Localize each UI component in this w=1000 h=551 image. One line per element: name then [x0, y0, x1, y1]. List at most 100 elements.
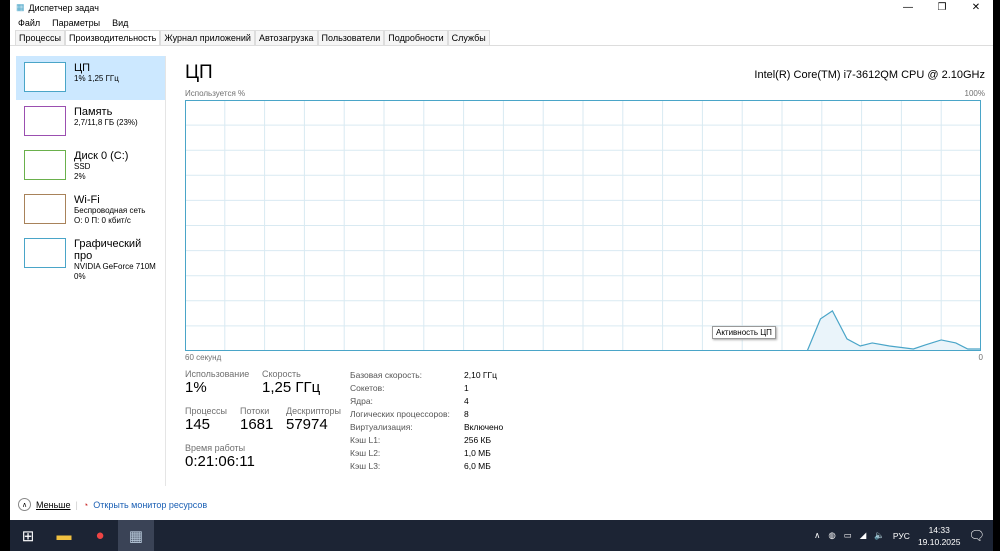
sidebar-item-detail: SSD — [74, 162, 91, 171]
tab-app-history[interactable]: Журнал приложений — [160, 30, 255, 45]
spec-row: Кэш L1: 256 КБ — [350, 434, 503, 447]
wifi-icon[interactable]: ◢ — [860, 530, 867, 541]
chevron-up-icon[interactable]: ∧ — [814, 530, 820, 541]
speed-label: Скорость — [262, 369, 301, 379]
mini-graph — [24, 238, 66, 268]
system-tray: ∧ ◍ ▭ ◢ 🔈 РУС 14:33 19.10.2025 🗨 — [814, 524, 993, 548]
page-title: ЦП — [185, 62, 213, 83]
tab-services[interactable]: Службы — [447, 30, 490, 45]
sidebar-item-detail: 2% — [74, 172, 86, 181]
sidebar-item[interactable]: Графический про NVIDIA GeForce 710M 0% — [16, 232, 165, 281]
spec-value: 6,0 МБ — [464, 461, 491, 471]
clock[interactable]: 14:33 19.10.2025 — [918, 524, 961, 548]
uptime-label: Время работы — [185, 443, 246, 453]
menu-bar: Файл Параметры Вид — [10, 15, 993, 30]
cpu-model: Intel(R) Core(TM) i7-3612QM CPU @ 2.10GH… — [754, 69, 985, 81]
cpu-usage-graph — [185, 100, 981, 351]
sidebar-item-title: Графический про — [74, 238, 142, 262]
sidebar-item[interactable]: ЦП 1% 1,25 ГГц — [16, 56, 165, 100]
menu-file[interactable]: Файл — [18, 18, 40, 28]
sidebar-item-title: ЦП — [74, 62, 91, 74]
uptime-value: 0:21:06:11 — [185, 453, 255, 470]
resource-monitor-icon: ◔ — [82, 499, 89, 510]
spec-key: Ядра: — [350, 396, 373, 406]
spec-key: Сокетов: — [350, 383, 385, 393]
sidebar-item-detail: NVIDIA GeForce 710M — [74, 262, 156, 271]
network-icon[interactable]: ◍ — [828, 530, 835, 541]
tab-users[interactable]: Пользователи — [317, 30, 385, 45]
minimize-button[interactable]: — — [891, 2, 925, 13]
spec-key: Базовая скорость: — [350, 370, 423, 380]
spec-row: Ядра: 4 — [350, 395, 503, 408]
spec-value: 1 — [464, 383, 469, 393]
task-manager-window: ▦ Диспетчер задач — ❐ ✕ Файл Параметры Вид… — [10, 0, 993, 520]
x-right-label: 0 — [978, 353, 983, 362]
mini-graph — [24, 62, 66, 92]
tab-processes[interactable]: Процессы — [15, 30, 66, 45]
window-title: Диспетчер задач — [28, 2, 99, 13]
mini-graph — [24, 194, 66, 224]
file-explorer-icon[interactable]: ▬ — [46, 520, 82, 551]
task-manager-icon[interactable]: ▦ — [118, 520, 154, 551]
spec-key: Кэш L3: — [350, 461, 381, 471]
spec-value: 256 КБ — [464, 435, 492, 445]
x-left-label: 60 секунд — [185, 353, 222, 362]
notifications-icon[interactable]: 🗨 — [968, 528, 985, 544]
processes-label: Процессы — [185, 406, 228, 416]
spec-value: 2,10 ГГц — [464, 370, 497, 380]
sidebar-item[interactable]: Диск 0 (C:) SSD 2% — [16, 144, 165, 188]
tab-bar: Процессы Производительность Журнал прило… — [10, 30, 993, 46]
date: 19.10.2025 — [917, 536, 961, 547]
spec-row: Логических процессоров: 8 — [350, 408, 503, 421]
spec-row: Базовая скорость: 2,10 ГГц — [350, 369, 503, 382]
spec-key: Виртуализация: — [350, 422, 413, 432]
sidebar-item-detail: Беспроводная сеть — [74, 206, 146, 215]
y-axis-label: Используется % — [185, 89, 246, 98]
spec-value: Включено — [464, 422, 504, 432]
spec-key: Кэш L1: — [350, 435, 381, 445]
spec-key: Логических процессоров: — [350, 409, 450, 419]
spec-key: Кэш L2: — [350, 448, 381, 458]
time: 14:33 — [928, 524, 950, 535]
title-bar: ▦ Диспетчер задач — ❐ ✕ — [10, 0, 993, 15]
cpu-specs: Базовая скорость: 2,10 ГГц Сокетов: 1 Ядра: 4… — [350, 369, 503, 473]
processes-value: 145 — [185, 416, 211, 433]
language-indicator[interactable]: РУС — [893, 531, 910, 541]
chrome-icon[interactable]: ● — [82, 520, 118, 551]
menu-view[interactable]: Вид — [112, 18, 128, 28]
chevron-up-icon[interactable]: ∧ — [18, 498, 31, 511]
mini-graph — [24, 150, 66, 180]
spec-row: Кэш L2: 1,0 МБ — [350, 447, 503, 460]
sidebar-item-detail: 1% 1,25 ГГц — [74, 74, 119, 83]
sidebar-item-title: Wi-Fi — [74, 194, 100, 206]
sidebar-item-detail: 2,7/11,8 ГБ (23%) — [74, 118, 138, 127]
mini-graph — [24, 106, 66, 136]
sidebar-item-title: Память — [74, 106, 113, 118]
footer: ∧ Меньше | ◔ Открыть монитор ресурсов — [18, 498, 207, 511]
menu-options[interactable]: Параметры — [52, 18, 100, 28]
usage-value: 1% — [185, 379, 207, 396]
spec-row: Виртуализация: Включено — [350, 421, 503, 434]
app-icon: ▦ — [16, 2, 25, 12]
tab-performance[interactable]: Производительность — [65, 30, 161, 45]
resource-sidebar: ЦП 1% 1,25 ГГц Память 2,7/11,8 ГБ (23%) Диск… — [16, 56, 166, 486]
speed-value: 1,25 ГГц — [262, 379, 321, 396]
sidebar-item-detail: 0% — [74, 272, 86, 281]
close-button[interactable]: ✕ — [959, 2, 993, 13]
sidebar-item[interactable]: Память 2,7/11,8 ГБ (23%) — [16, 100, 165, 144]
start-icon[interactable]: ⊞ — [10, 520, 46, 551]
sidebar-item[interactable]: Wi-Fi Беспроводная сеть О: 0 П: 0 кбит/с — [16, 188, 165, 232]
tab-details[interactable]: Подробности — [384, 30, 448, 45]
open-resource-monitor-link[interactable]: Открыть монитор ресурсов — [93, 500, 207, 510]
taskbar: ⊞ ▬ ● ▦ ∧ ◍ ▭ ◢ 🔈 РУС 14:33 19.10.2025 🗨 — [10, 520, 993, 551]
tab-startup[interactable]: Автозагрузка — [254, 30, 318, 45]
volume-icon[interactable]: 🔈 — [874, 530, 885, 541]
maximize-button[interactable]: ❐ — [925, 2, 959, 13]
fewer-details-button[interactable]: Меньше — [36, 500, 71, 510]
sidebar-item-detail: О: 0 П: 0 кбит/с — [74, 216, 131, 225]
sidebar-item-title: Диск 0 (C:) — [74, 150, 129, 162]
tooltip: Активность ЦП — [712, 326, 776, 339]
spec-row: Кэш L3: 6,0 МБ — [350, 460, 503, 473]
spec-row: Сокетов: 1 — [350, 382, 503, 395]
battery-icon[interactable]: ▭ — [844, 530, 852, 541]
